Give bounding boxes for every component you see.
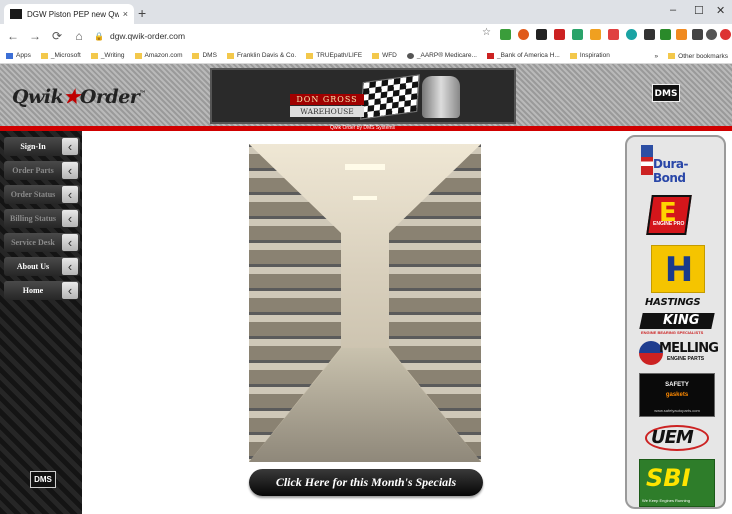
apps-grid-icon <box>6 52 13 59</box>
bookmark-item[interactable]: _AARP® Medicare... <box>406 52 477 59</box>
folder-icon <box>668 53 676 59</box>
dms-logo: DMS <box>652 84 680 102</box>
extension-icon[interactable] <box>554 29 565 40</box>
folder-icon <box>40 52 48 59</box>
extension-icon[interactable] <box>572 29 583 40</box>
bank-icon <box>486 52 494 59</box>
site-header: Qwik★Order™ DON GROSS WAREHOUSE DMS <box>0 64 732 126</box>
melling-logo[interactable]: MELLING ENGINE PARTS <box>639 339 719 367</box>
bookmark-item[interactable]: _Microsoft <box>40 52 81 59</box>
new-tab-button[interactable]: + <box>138 5 146 21</box>
star-bookmark-icon[interactable]: ☆ <box>482 27 493 38</box>
bookmark-item[interactable]: _Bank of America H... <box>486 52 560 59</box>
reload-icon[interactable]: ⟳ <box>48 29 66 43</box>
favicon-icon <box>10 9 22 19</box>
chevron-left-icon: ‹ <box>62 234 78 251</box>
extension-icon[interactable] <box>660 29 671 40</box>
maximize-button[interactable]: ☐ <box>694 4 704 17</box>
browser-toolbar: ← → ⟳ ⌂ 🔒 dgw.qwik-order.com <box>0 24 732 48</box>
extension-icon[interactable] <box>676 29 687 40</box>
extension-icon[interactable] <box>644 29 655 40</box>
flag-icon <box>641 145 653 175</box>
chevron-left-icon: ‹ <box>62 282 78 299</box>
more-bookmarks-chevron[interactable]: » <box>655 53 659 60</box>
folder-icon <box>134 52 142 59</box>
banner-line2: WAREHOUSE <box>290 106 364 117</box>
qwik-order-logo[interactable]: Qwik★Order™ <box>12 86 146 108</box>
browser-tabstrip: DGW Piston PEP new QwikOrder × + – ☐ ✕ <box>0 0 732 24</box>
close-window-button[interactable]: ✕ <box>716 4 725 17</box>
nav-billing-status[interactable]: Billing Status ‹ <box>4 209 80 228</box>
bookmark-apps[interactable]: Apps <box>6 52 31 59</box>
lock-icon: 🔒 <box>94 31 104 41</box>
warehouse-photo <box>249 144 481 462</box>
folder-icon <box>226 52 234 59</box>
tab-close-icon[interactable]: × <box>123 9 128 19</box>
bookmarks-bar: Apps _Microsoft _Writing Amazon.com DMS … <box>0 48 732 64</box>
dms-sidebar-logo: DMS <box>30 471 56 488</box>
uem-logo[interactable]: UEM <box>639 423 715 453</box>
tab-title: DGW Piston PEP new QwikOrder <box>27 9 119 19</box>
chevron-left-icon: ‹ <box>62 162 78 179</box>
folder-icon <box>90 52 98 59</box>
brand-logos-panel: Dura-Bond E ENGINE PRO H HASTINGS KING E… <box>625 135 726 509</box>
forward-arrow-icon[interactable]: → <box>26 29 44 43</box>
chevron-left-icon: ‹ <box>62 186 78 203</box>
bookmark-item[interactable]: DMS <box>192 52 217 59</box>
hastings-logo[interactable]: H HASTINGS <box>639 245 715 309</box>
byline: Qwik Order by DMS Systems <box>330 125 396 131</box>
back-arrow-icon[interactable]: ← <box>4 29 22 43</box>
nav-order-parts[interactable]: Order Parts ‹ <box>4 161 80 180</box>
bookmarks-overflow: » Other bookmarks <box>655 48 728 64</box>
browser-tab[interactable]: DGW Piston PEP new QwikOrder × <box>4 4 134 24</box>
folder-icon <box>569 52 577 59</box>
nav-sign-in[interactable]: Sign-In ‹ <box>4 137 80 156</box>
bookmark-item[interactable]: Franklin Davis & Co. <box>226 52 296 59</box>
bookmark-item[interactable]: TRUEpath/LIFE <box>306 52 362 59</box>
nav-service-desk[interactable]: Service Desk ‹ <box>4 233 80 252</box>
extension-icon[interactable] <box>608 29 619 40</box>
extension-icon[interactable] <box>518 29 529 40</box>
extension-icon[interactable] <box>500 29 511 40</box>
checkered-flag-icon <box>360 74 420 120</box>
piston-icon <box>422 76 460 118</box>
minimize-button[interactable]: – <box>670 4 676 16</box>
extension-icon[interactable] <box>590 29 601 40</box>
don-gross-warehouse-banner: DON GROSS WAREHOUSE <box>210 68 516 124</box>
nav-order-status[interactable]: Order Status ‹ <box>4 185 80 204</box>
chevron-left-icon: ‹ <box>62 210 78 227</box>
bookmark-item[interactable]: _Writing <box>90 52 125 59</box>
sbi-logo[interactable]: SBI We Keep Engines Running <box>639 459 715 507</box>
nav-about-us[interactable]: About Us ‹ <box>4 257 80 276</box>
bookmark-item[interactable]: Amazon.com <box>134 52 182 59</box>
page-content: Qwik★Order™ DON GROSS WAREHOUSE DMS Qwik… <box>0 64 732 514</box>
menu-icon[interactable] <box>720 29 731 40</box>
extension-icon[interactable] <box>626 29 637 40</box>
globe-icon <box>406 52 414 59</box>
url-text: dgw.qwik-order.com <box>109 31 186 41</box>
monthly-specials-button[interactable]: Click Here for this Month's Specials <box>249 469 483 496</box>
other-bookmarks[interactable]: Other bookmarks <box>668 53 728 60</box>
extension-icon[interactable] <box>536 29 547 40</box>
banner-line1: DON GROSS <box>290 94 364 105</box>
king-logo[interactable]: KING ENGINE BEARING SPECIALISTS <box>639 313 715 337</box>
chevron-left-icon: ‹ <box>62 258 78 275</box>
nav-home[interactable]: Home ‹ <box>4 281 80 300</box>
bookmark-item[interactable]: WFD <box>372 52 397 59</box>
folder-icon <box>192 52 200 59</box>
bookmark-item[interactable]: Inspiration <box>569 52 610 59</box>
puzzle-extensions-icon[interactable] <box>692 29 703 40</box>
folder-icon <box>306 52 314 59</box>
dura-bond-logo[interactable]: Dura-Bond <box>639 143 715 191</box>
folder-icon <box>372 52 380 59</box>
address-bar[interactable]: 🔒 dgw.qwik-order.com <box>94 27 454 45</box>
safety-gaskets-logo[interactable]: SAFETY gaskets www.safetyautoparts.com <box>639 373 715 417</box>
engine-pro-logo[interactable]: E ENGINE PRO <box>646 191 705 239</box>
profile-avatar[interactable] <box>706 29 717 40</box>
home-icon[interactable]: ⌂ <box>70 29 88 43</box>
sidebar-nav: Sign-In ‹ Order Parts ‹ Order Status ‹ Bill… <box>0 131 82 514</box>
chevron-left-icon: ‹ <box>62 138 78 155</box>
